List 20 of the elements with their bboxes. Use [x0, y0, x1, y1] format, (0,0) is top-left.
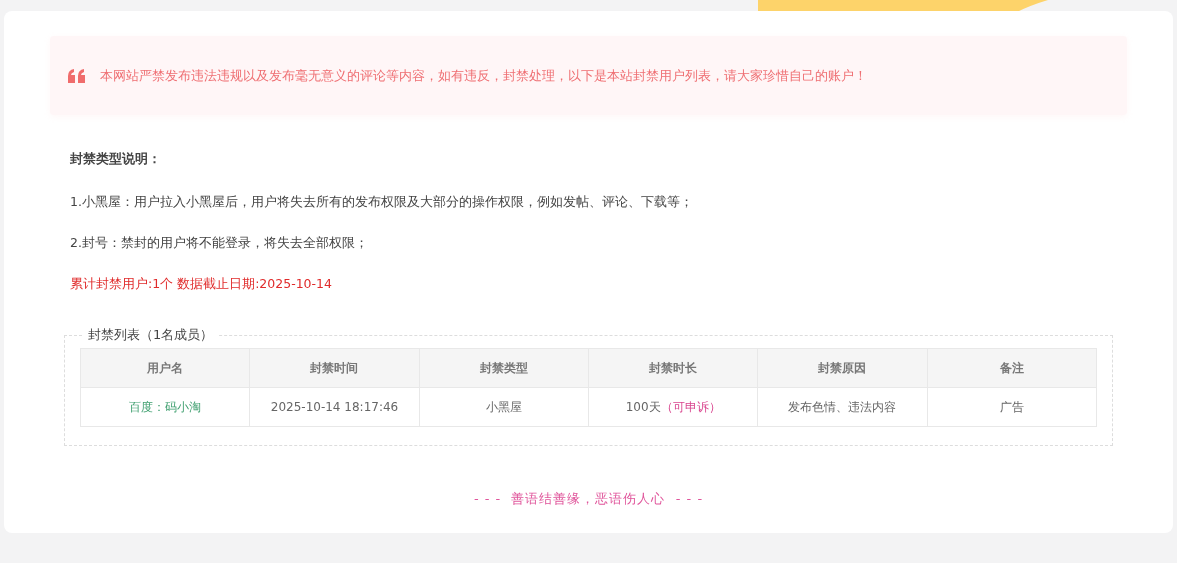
- notice-text: 本网站严禁发布违法违规以及发布毫无意义的评论等内容，如有违反，封禁处理，以下是本站封禁用户列表，请大家珍惜自己的账户！: [100, 66, 867, 85]
- column-header: 封禁原因: [757, 348, 928, 388]
- column-header: 封禁时间: [249, 348, 420, 388]
- table-cell: 100天（可申诉）: [588, 387, 758, 427]
- explanation-text: 2.封号：禁封的用户将不能登录，将失去全部权限；: [70, 234, 369, 252]
- column-header: 封禁时长: [588, 348, 758, 388]
- explanation-text: 1.小黑屋：用户拉入小黑屋后，用户将失去所有的发布权限及大部分的操作权限，例如发帖、评论、下载等；: [70, 193, 694, 211]
- motto-text: - - - 善语结善缘，恶语伤人心 - - -: [473, 491, 704, 506]
- table-cell: 2025-10-14 18:17:46: [249, 387, 420, 427]
- table-cell: 百度：码小淘: [80, 387, 250, 427]
- quote-icon: [68, 68, 86, 83]
- column-header: 封禁类型: [419, 348, 589, 388]
- section-heading: 封禁类型说明：: [70, 150, 162, 168]
- table-cell: 小黑屋: [419, 387, 589, 427]
- column-header: 用户名: [80, 348, 250, 388]
- column-header: 备注: [927, 348, 1097, 388]
- table-cell: 发布色情、违法内容: [757, 387, 928, 427]
- summary-text: 累计封禁用户:1个 数据截止日期:2025-10-14: [70, 275, 333, 293]
- table-cell: 广告: [927, 387, 1097, 427]
- panel-legend: 封禁列表（1名成员）: [82, 326, 220, 344]
